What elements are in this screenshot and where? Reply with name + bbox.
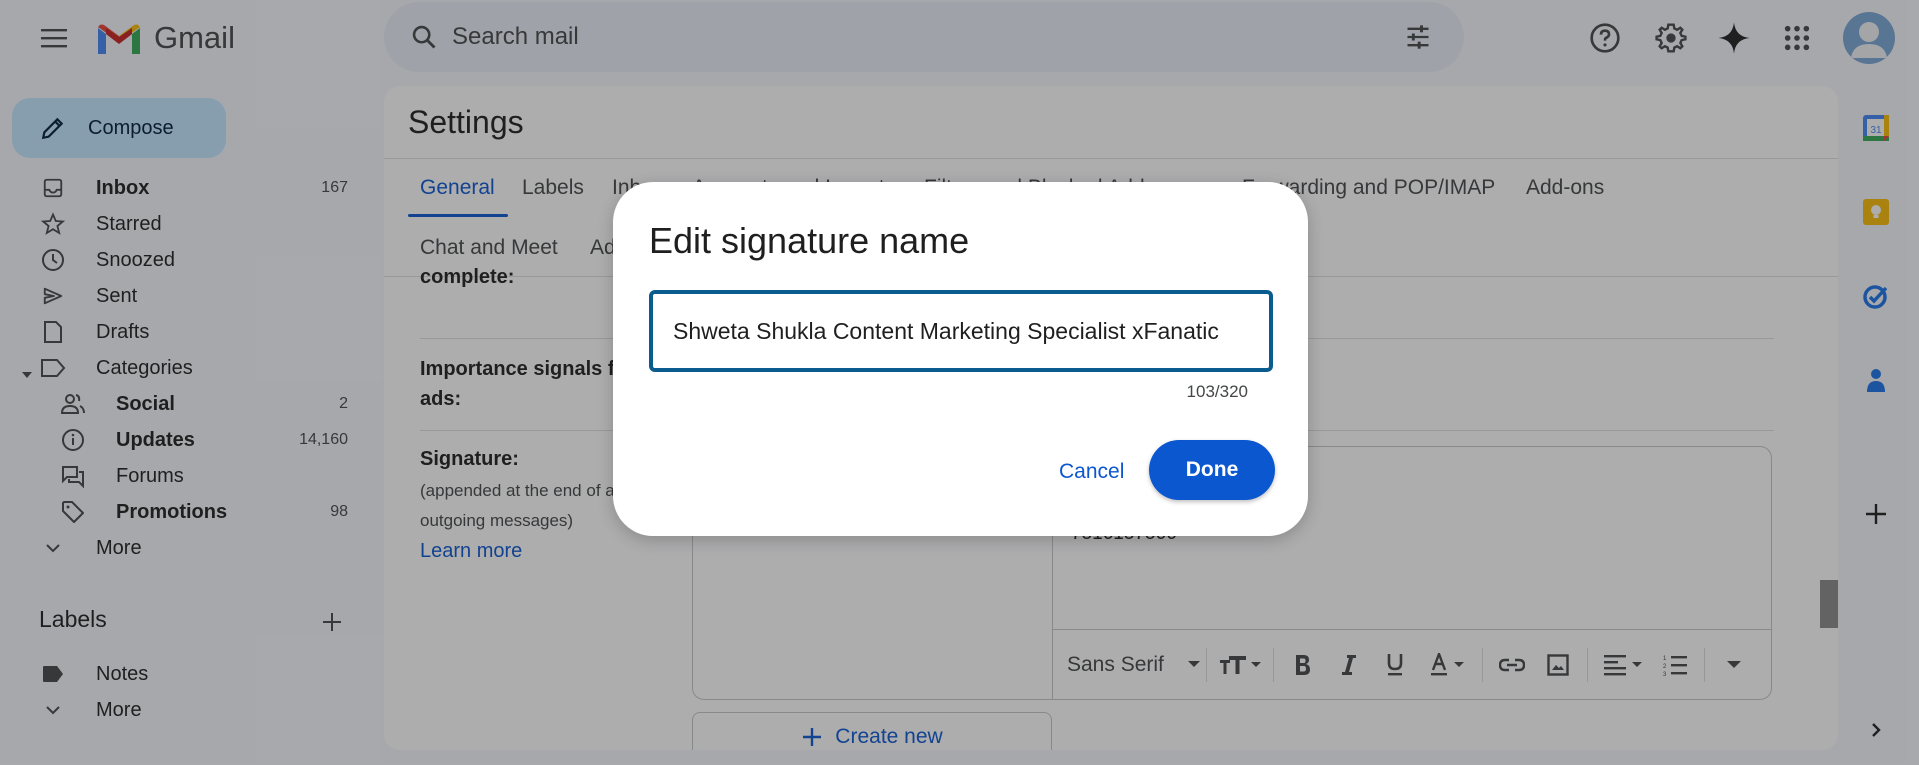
signature-name-input[interactable] (673, 317, 1249, 345)
edit-signature-name-dialog: Edit signature name 103/320 Cancel Done (613, 182, 1308, 536)
signature-name-field[interactable] (649, 290, 1273, 372)
done-button[interactable]: Done (1149, 440, 1275, 500)
cancel-button[interactable]: Cancel (1043, 442, 1140, 502)
character-counter: 103/320 (1186, 382, 1248, 401)
dialog-title: Edit signature name (649, 220, 970, 261)
